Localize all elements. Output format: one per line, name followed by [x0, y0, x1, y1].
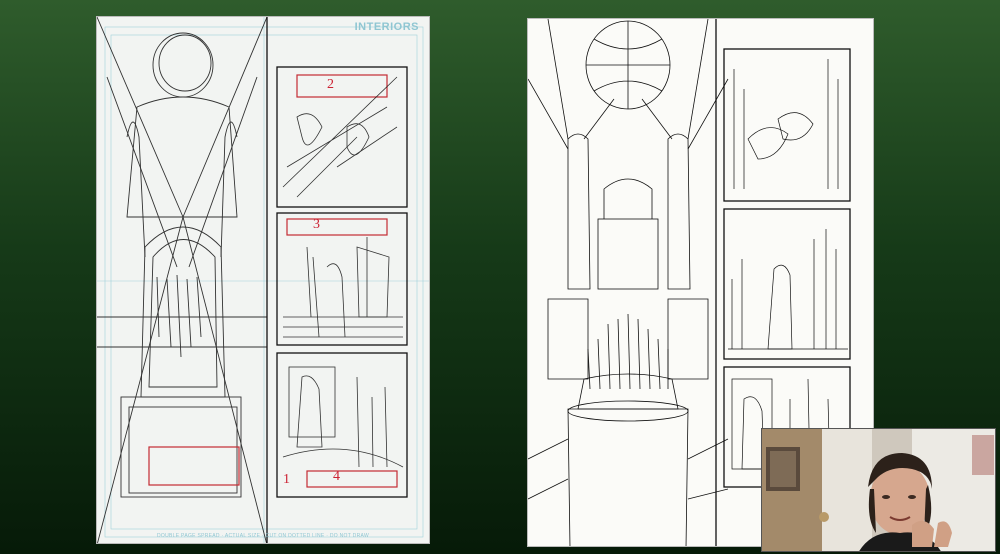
panel-number-3: 3 [313, 217, 320, 232]
webcam-video [762, 429, 995, 551]
sketch-page: INTERIORS 1 2 3 4 DOUBLE PAGE SPREAD · A… [96, 16, 430, 544]
sketch-drawing [97, 17, 429, 543]
interiors-header-label: INTERIORS [354, 21, 419, 33]
webcam-feed [761, 428, 996, 552]
sketch-footer-label: DOUBLE PAGE SPREAD · ACTUAL SIZE · CUT O… [157, 533, 369, 539]
panel-number-4: 4 [333, 469, 340, 484]
panel-number-2: 2 [327, 77, 334, 92]
panel-number-1: 1 [283, 472, 290, 487]
